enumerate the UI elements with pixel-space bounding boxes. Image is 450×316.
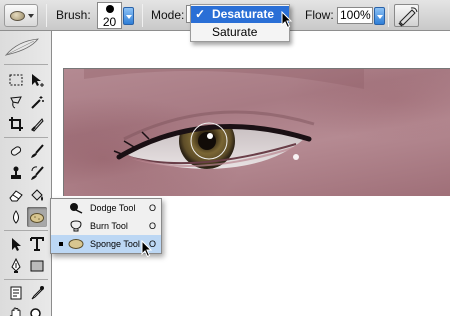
move-icon: [32, 74, 44, 87]
clone-stamp-icon: [11, 166, 21, 179]
burn-icon: [70, 220, 82, 232]
brush-preset-picker[interactable]: 20: [97, 2, 122, 29]
hand-icon: [9, 307, 21, 316]
paint-bucket-icon: [31, 189, 43, 201]
pen-icon: [11, 258, 21, 273]
brush-tip-icon: [106, 5, 114, 13]
flyout-item-label: Dodge Tool: [90, 203, 136, 213]
marquee-tool[interactable]: [6, 70, 26, 90]
flow-input[interactable]: 100%: [337, 7, 373, 24]
checkmark-icon: ✓: [195, 7, 206, 21]
mode-label: Mode:: [151, 8, 185, 22]
flyout-item-label: Burn Tool: [90, 221, 128, 231]
sponge-tool[interactable]: [27, 207, 47, 227]
mouse-pointer-icon: [281, 11, 293, 29]
divider: [4, 230, 48, 231]
flow-label: Flow:: [305, 8, 334, 22]
crop-icon: [9, 117, 23, 131]
brush-size: 20: [102, 15, 117, 29]
blur-icon: [13, 210, 19, 224]
tool-preset-picker[interactable]: [4, 4, 38, 27]
path-selection-icon: [12, 238, 21, 251]
eraser-icon: [9, 190, 23, 202]
notes-tool[interactable]: [6, 283, 26, 303]
clone-stamp-tool[interactable]: [6, 163, 26, 183]
divider: [4, 279, 48, 280]
blur-tool[interactable]: [6, 207, 26, 227]
toolbox: [0, 31, 52, 316]
sponge-icon: [68, 239, 84, 249]
eyedropper-icon: [31, 286, 44, 300]
airbrush-button[interactable]: [394, 4, 419, 27]
brush-label: Brush:: [56, 8, 91, 22]
airbrush-icon: [398, 7, 418, 27]
mode-dropdown-menu: ✓ Desaturate Saturate: [190, 4, 290, 42]
flyout-item-dodge[interactable]: Dodge Tool O: [51, 199, 161, 217]
type-tool[interactable]: [27, 234, 47, 254]
mouse-pointer-icon: [141, 240, 153, 258]
shape-tool[interactable]: [27, 256, 47, 276]
flyout-item-burn[interactable]: Burn Tool O: [51, 217, 161, 235]
flyout-item-shortcut: O: [148, 221, 156, 231]
feather-icon: [4, 38, 39, 56]
history-brush-icon: [31, 166, 44, 180]
zoom-icon: [30, 308, 41, 316]
crop-tool[interactable]: [6, 114, 26, 134]
divider: [4, 64, 48, 65]
divider: [46, 4, 47, 27]
mode-option-label: Desaturate: [212, 7, 275, 21]
divider: [4, 137, 48, 138]
pen-tool[interactable]: [6, 256, 26, 276]
selected-bullet-icon: [59, 242, 63, 246]
mode-option-saturate[interactable]: Saturate: [191, 24, 289, 41]
lasso-icon: [10, 96, 22, 109]
path-selection-tool[interactable]: [6, 234, 26, 254]
brush-dropdown-button[interactable]: [123, 7, 134, 25]
divider: [388, 4, 389, 27]
healing-brush-icon: [10, 146, 22, 156]
eraser-tool[interactable]: [6, 185, 26, 205]
divider: [142, 4, 143, 27]
chevron-down-icon: [28, 14, 34, 18]
paint-bucket-tool[interactable]: [27, 185, 47, 205]
marquee-icon: [9, 74, 23, 86]
magic-wand-tool[interactable]: [27, 92, 47, 112]
history-brush-tool[interactable]: [27, 163, 47, 183]
magic-wand-icon: [31, 96, 44, 109]
brush-tool[interactable]: [27, 141, 47, 161]
shape-icon: [30, 260, 44, 272]
flow-slider-button[interactable]: [374, 7, 385, 25]
brush-icon: [31, 144, 44, 158]
flyout-item-shortcut: O: [148, 203, 156, 213]
move-tool[interactable]: [27, 70, 47, 90]
sponge-icon: [30, 213, 44, 223]
mode-option-desaturate[interactable]: ✓ Desaturate: [191, 6, 289, 23]
type-icon: [30, 237, 44, 251]
sponge-icon: [10, 11, 25, 21]
eye-image: [84, 69, 364, 169]
slice-tool[interactable]: [27, 114, 47, 134]
eye-photo-canvas[interactable]: [63, 68, 450, 196]
flyout-item-label: Sponge Tool: [90, 239, 140, 249]
eyedropper-tool[interactable]: [27, 283, 47, 303]
dodge-icon: [70, 203, 83, 214]
notes-icon: [10, 286, 22, 300]
hand-tool[interactable]: [6, 305, 26, 316]
lasso-tool[interactable]: [6, 92, 26, 112]
slice-icon: [31, 118, 44, 132]
mode-option-label: Saturate: [212, 25, 258, 39]
zoom-tool[interactable]: [27, 305, 47, 316]
healing-brush-tool[interactable]: [6, 141, 26, 161]
